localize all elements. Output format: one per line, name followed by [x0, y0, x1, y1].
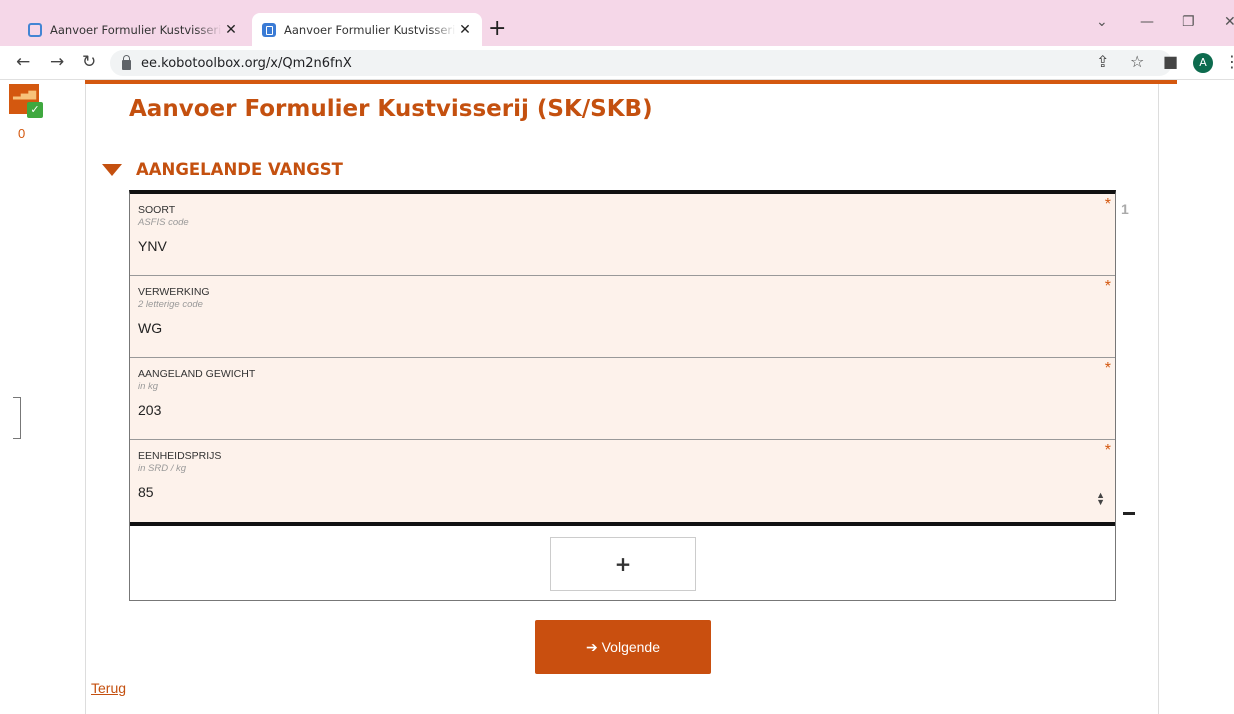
verwerking-input[interactable]: WG: [138, 320, 1107, 336]
menu-icon[interactable]: ⋮: [1224, 52, 1234, 71]
question-hint: in kg: [138, 381, 159, 392]
lock-icon[interactable]: [122, 55, 131, 70]
tab-close-icon[interactable]: ✕: [222, 22, 240, 38]
url-text: ee.kobotoolbox.org/x/Qm2n6fnX: [141, 55, 352, 71]
soort-input[interactable]: YNV: [138, 238, 1107, 254]
question-eenheidsprijs[interactable]: EENHEIDSPRIJS in SRD / kg 85 * ▲ ▼: [130, 440, 1115, 522]
browser-toolbar: ← → ↻ ee.kobotoolbox.org/x/Qm2n6fnX ⇪ ☆ …: [0, 46, 1234, 80]
next-button[interactable]: ➔ Volgende: [535, 620, 711, 674]
address-bar[interactable]: ee.kobotoolbox.org/x/Qm2n6fnX: [110, 50, 1172, 76]
eenheidsprijs-input[interactable]: 85: [138, 484, 1107, 500]
form-title: Aanvoer Formulier Kustvisserij (SK/SKB): [129, 96, 653, 122]
queue-count: 0: [18, 126, 26, 141]
tab-search-icon[interactable]: ⌄: [1096, 14, 1108, 30]
offline-queue-icon[interactable]: ▂▄▆ ✓: [9, 84, 43, 118]
required-marker: *: [1104, 196, 1111, 213]
tab-close-icon[interactable]: ✕: [456, 22, 474, 38]
required-marker: *: [1104, 360, 1111, 377]
browser-tab-active[interactable]: Aanvoer Formulier Kustvisserij (SK ✕: [252, 13, 482, 46]
question-hint: in SRD / kg: [138, 463, 187, 474]
avatar[interactable]: A: [1193, 53, 1213, 73]
question-label: AANGELAND GEWICHT: [138, 368, 256, 380]
sidebar-icon[interactable]: ■: [1163, 52, 1178, 71]
kobo-favicon-icon: [28, 22, 42, 37]
close-window-icon[interactable]: ✕: [1224, 14, 1234, 30]
required-marker: *: [1104, 278, 1111, 295]
star-icon[interactable]: ☆: [1130, 52, 1144, 71]
signal-bars-icon: ▂▄▆: [13, 89, 37, 100]
repeat-number: 1: [1121, 201, 1129, 217]
check-icon: ✓: [27, 102, 43, 118]
browser-tabstrip: Aanvoer Formulier Kustvisserij (SK ✕ Aan…: [0, 0, 1234, 46]
new-tab-button[interactable]: +: [488, 16, 506, 41]
question-label: SOORT: [138, 204, 176, 216]
repeat-group: SOORT ASFIS code YNV * VERWERKING 2 lett…: [129, 190, 1116, 601]
tab-title: Aanvoer Formulier Kustvisserij (SK: [50, 22, 222, 37]
restore-icon[interactable]: ❐: [1182, 14, 1195, 30]
add-repeat-button[interactable]: +: [550, 537, 696, 591]
share-icon[interactable]: ⇪: [1096, 52, 1109, 71]
forward-icon[interactable]: →: [50, 52, 64, 72]
question-label: VERWERKING: [138, 286, 210, 298]
gewicht-input[interactable]: 203: [138, 402, 1107, 418]
browser-tab[interactable]: Aanvoer Formulier Kustvisserij (SK ✕: [18, 13, 248, 46]
minimize-icon[interactable]: —: [1140, 14, 1154, 30]
required-marker: *: [1104, 442, 1111, 459]
question-verwerking[interactable]: VERWERKING 2 letterige code WG *: [130, 276, 1115, 358]
question-hint: ASFIS code: [138, 217, 189, 228]
remove-repeat-button[interactable]: [1123, 512, 1135, 515]
question-aangeland-gewicht[interactable]: AANGELAND GEWICHT in kg 203 *: [130, 358, 1115, 440]
group-title: AANGELANDE VANGST: [136, 160, 343, 179]
group-header[interactable]: AANGELANDE VANGST: [102, 160, 343, 179]
side-bracket: [13, 397, 21, 439]
back-icon[interactable]: ←: [16, 52, 30, 72]
question-soort[interactable]: SOORT ASFIS code YNV *: [130, 194, 1115, 276]
form-header-bar: [85, 80, 1177, 84]
question-label: EENHEIDSPRIJS: [138, 450, 222, 462]
kobo-favicon-icon: [262, 22, 276, 37]
collapse-triangle-icon[interactable]: [102, 163, 122, 176]
back-link[interactable]: Terug: [91, 680, 126, 696]
reload-icon[interactable]: ↻: [82, 52, 96, 72]
tab-title: Aanvoer Formulier Kustvisserij (SK: [284, 22, 456, 37]
number-spinner-icon[interactable]: ▲ ▼: [1096, 491, 1105, 507]
repeat-divider: [130, 522, 1115, 526]
question-hint: 2 letterige code: [138, 299, 203, 310]
